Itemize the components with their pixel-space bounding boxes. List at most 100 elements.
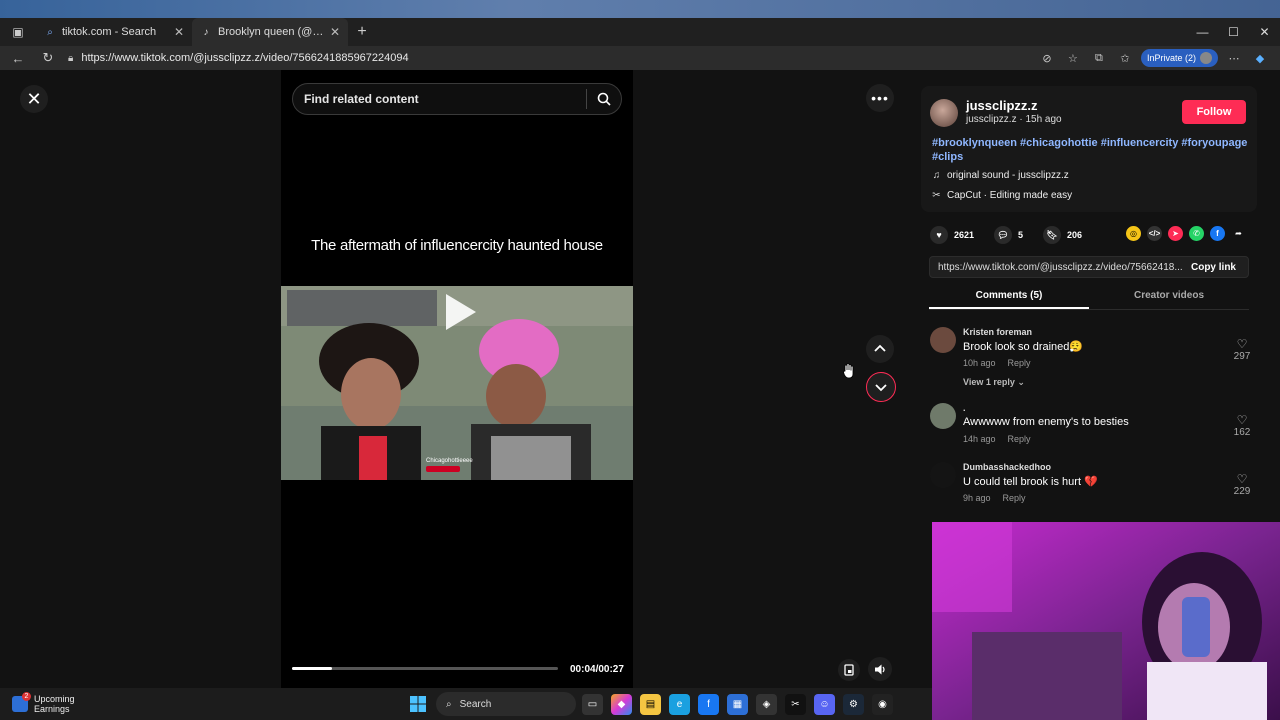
taskbar-widget[interactable]: 2 Upcoming Earnings bbox=[12, 692, 392, 714]
commenter-avatar[interactable] bbox=[930, 327, 956, 353]
tab-row: ▣ ⌕ tiktok.com - Search ✕ ♪ Brooklyn que… bbox=[0, 18, 1280, 46]
commenter-avatar[interactable] bbox=[930, 462, 956, 488]
toolbar-actions: ⊘ ☆ ⧉ ✩ InPrivate (2) ⋯ ◆ bbox=[1037, 48, 1270, 68]
repost-icon[interactable]: ◎ bbox=[1126, 226, 1141, 241]
video-watermark: Chicagohottieeee bbox=[426, 458, 473, 464]
comment-like[interactable]: ♡ 297 bbox=[1232, 337, 1252, 362]
game-icon[interactable]: ◈ bbox=[756, 693, 777, 715]
heart-outline-icon: ♡ bbox=[1236, 472, 1248, 486]
store-icon[interactable]: ▦ bbox=[727, 693, 748, 715]
follow-button[interactable]: Follow bbox=[1182, 100, 1246, 124]
commenter-name[interactable]: Dumbasshackedhoo bbox=[963, 462, 1051, 472]
author-display-name[interactable]: jussclipzz.z bbox=[966, 98, 1038, 113]
comment-item: Dumbasshackedhoo U could tell brook is h… bbox=[930, 462, 1252, 512]
reply-button[interactable]: Reply bbox=[1003, 493, 1026, 503]
copy-link-button[interactable]: Copy link bbox=[1185, 262, 1248, 273]
copilot-icon[interactable]: ◆ bbox=[611, 693, 632, 715]
tab-search[interactable]: ⌕ tiktok.com - Search ✕ bbox=[36, 18, 192, 46]
tracking-prevention-icon[interactable]: ⊘ bbox=[1037, 48, 1057, 68]
capcut-icon[interactable]: ✂ bbox=[785, 693, 806, 715]
embed-icon[interactable]: </> bbox=[1147, 226, 1162, 241]
comment-text: U could tell brook is hurt 💔 bbox=[963, 476, 1098, 488]
next-video-button[interactable] bbox=[866, 372, 896, 402]
tab-tiktok-video[interactable]: ♪ Brooklyn queen (@brooklynqueen ✕ bbox=[192, 18, 348, 46]
new-tab-button[interactable]: + bbox=[348, 18, 376, 46]
comment-like-count: 297 bbox=[1233, 351, 1251, 362]
share-icons: ◎ </> ➤ ✆ f ➦ bbox=[1126, 226, 1246, 241]
close-tab-icon[interactable]: ✕ bbox=[330, 25, 340, 39]
music-note-icon: ♫ bbox=[932, 170, 941, 181]
refresh-icon[interactable]: ↻ bbox=[36, 46, 60, 70]
comment-like-count: 229 bbox=[1233, 486, 1251, 497]
previous-video-button[interactable] bbox=[866, 335, 894, 363]
close-tab-icon[interactable]: ✕ bbox=[174, 25, 184, 39]
obs-icon[interactable]: ◉ bbox=[872, 693, 893, 715]
send-friends-icon[interactable]: ➤ bbox=[1168, 226, 1183, 241]
commenter-avatar[interactable] bbox=[930, 403, 956, 429]
comment-tabs: Comments (5) Creator videos bbox=[929, 290, 1249, 310]
edge-icon[interactable]: e bbox=[669, 693, 690, 715]
comment-icon[interactable]: 💬︎ bbox=[994, 226, 1013, 244]
favorite-star-icon[interactable]: ☆ bbox=[1063, 48, 1083, 68]
browser-titlebar: ▣ ⌕ tiktok.com - Search ✕ ♪ Brooklyn que… bbox=[0, 0, 1280, 46]
view-replies-button[interactable]: View 1 reply ⌄ bbox=[963, 377, 1025, 388]
reply-button[interactable]: Reply bbox=[1008, 358, 1031, 368]
capcut-icon: ✂ bbox=[932, 190, 941, 201]
related-search-input[interactable] bbox=[304, 92, 586, 106]
close-video-button[interactable]: ✕ bbox=[20, 85, 48, 113]
pip-button[interactable] bbox=[838, 659, 860, 681]
back-icon[interactable]: ← bbox=[6, 46, 30, 70]
like-heart-icon[interactable]: ♥ bbox=[930, 226, 948, 244]
facebook-icon[interactable]: f bbox=[1210, 226, 1225, 241]
windows-start-icon[interactable] bbox=[404, 690, 432, 718]
play-icon[interactable] bbox=[440, 292, 480, 332]
reply-button[interactable]: Reply bbox=[1008, 434, 1031, 444]
share-link-url[interactable]: https://www.tiktok.com/@jussclipzz.z/vid… bbox=[930, 262, 1185, 273]
share-link-box: https://www.tiktok.com/@jussclipzz.z/vid… bbox=[929, 256, 1249, 278]
author-avatar[interactable] bbox=[930, 99, 958, 127]
share-arrow-icon[interactable]: ➦ bbox=[1231, 226, 1246, 241]
close-window-icon[interactable]: ✕ bbox=[1249, 18, 1280, 46]
bookmark-icon[interactable]: 🔖︎ bbox=[1043, 226, 1062, 244]
address-bar[interactable]: 🔒︎ https://www.tiktok.com/@jussclipzz.z/… bbox=[68, 47, 1037, 69]
settings-more-icon[interactable]: ⋯ bbox=[1224, 48, 1244, 68]
tab-comments[interactable]: Comments (5) bbox=[929, 290, 1089, 309]
favorites-icon[interactable]: ✩ bbox=[1115, 48, 1135, 68]
capcut-row[interactable]: ✂ CapCut · Editing made easy bbox=[932, 190, 1072, 201]
video-caption: The aftermath of influencercity haunted … bbox=[311, 237, 603, 254]
browser-toolbar: ← ↻ 🔒︎ https://www.tiktok.com/@jussclipz… bbox=[0, 46, 1280, 70]
mouse-cursor-icon bbox=[843, 363, 854, 379]
tab-creator-videos[interactable]: Creator videos bbox=[1089, 290, 1249, 309]
sound-row[interactable]: ♫ original sound - jussclipzz.z bbox=[932, 170, 1069, 181]
hashtags[interactable]: #brooklynqueen #chicagohottie #influence… bbox=[932, 136, 1248, 164]
maximize-icon[interactable]: ☐ bbox=[1218, 18, 1249, 46]
minimize-icon[interactable]: — bbox=[1187, 18, 1218, 46]
comment-like[interactable]: ♡ 229 bbox=[1232, 472, 1252, 497]
search-icon[interactable] bbox=[587, 92, 621, 106]
steam-icon[interactable]: ⚙ bbox=[843, 693, 864, 715]
commenter-name[interactable]: Kristen foreman bbox=[963, 327, 1032, 337]
desktop-wallpaper-strip bbox=[0, 0, 1280, 18]
comment-meta: 10h ago Reply bbox=[963, 358, 1031, 368]
comment-item: . Awwwww from enemy's to besties 14h ago… bbox=[930, 403, 1252, 453]
tab-actions-icon[interactable]: ▣ bbox=[0, 18, 36, 46]
taskbar-search[interactable]: ⌕ Search bbox=[436, 692, 576, 716]
copilot-icon[interactable]: ◆ bbox=[1250, 48, 1270, 68]
volume-button[interactable] bbox=[868, 657, 892, 681]
facebook-icon[interactable]: f bbox=[698, 693, 719, 715]
more-options-button[interactable]: ••• bbox=[866, 84, 894, 112]
webcam-scene bbox=[932, 522, 1280, 720]
comment-like[interactable]: ♡ 162 bbox=[1232, 413, 1252, 438]
whatsapp-icon[interactable]: ✆ bbox=[1189, 226, 1204, 241]
task-view-icon[interactable]: ▭ bbox=[582, 693, 603, 715]
video-progress-bar[interactable] bbox=[292, 667, 558, 670]
address-url: https://www.tiktok.com/@jussclipzz.z/vid… bbox=[81, 52, 409, 64]
discord-icon[interactable]: ☺ bbox=[814, 693, 835, 715]
tiktok-icon: ♪ bbox=[203, 26, 209, 38]
file-explorer-icon[interactable]: ▤ bbox=[640, 693, 661, 715]
comment-text: Brook look so drained😮‍💨 bbox=[963, 341, 1084, 353]
extensions-icon[interactable]: ⧉ bbox=[1089, 48, 1109, 68]
commenter-name[interactable]: . bbox=[963, 403, 966, 413]
inprivate-badge[interactable]: InPrivate (2) bbox=[1140, 49, 1218, 67]
author-subline: jussclipzz.z · 15h ago bbox=[966, 114, 1062, 125]
